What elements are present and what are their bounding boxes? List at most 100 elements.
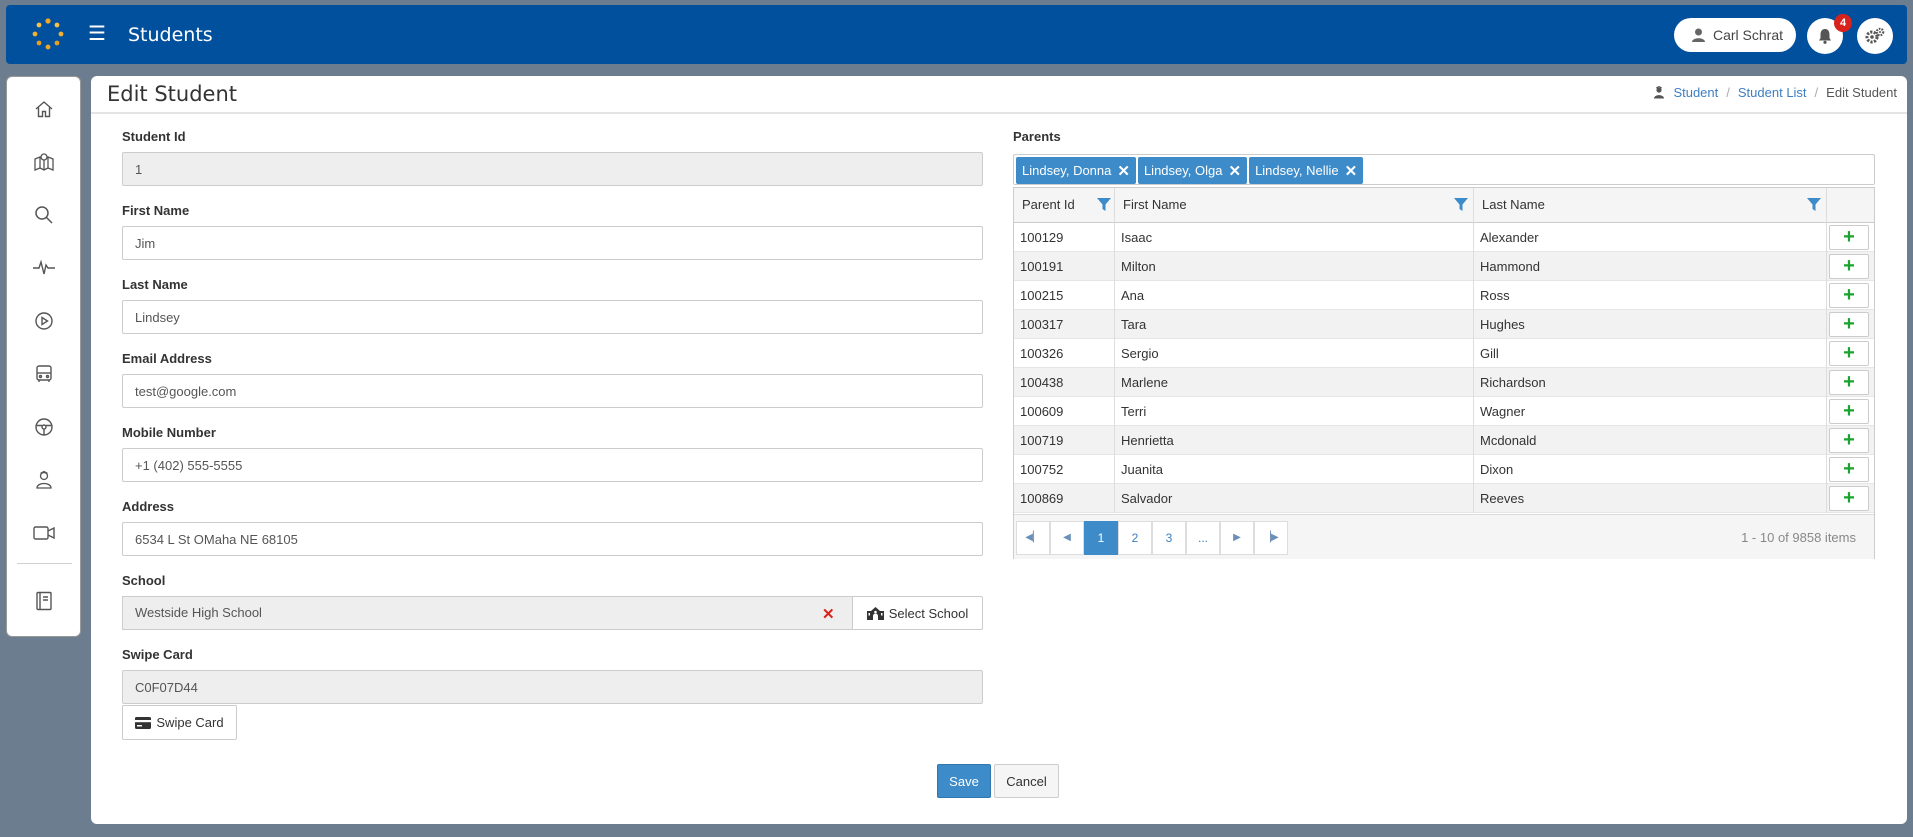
cell-last-name: Alexander	[1474, 223, 1827, 252]
cell-last-name: Gill	[1474, 339, 1827, 368]
pager: ◀︎▏ ◀ 1 2 3 ... ▶ ▕▶ 1 - 10 of 9858 item…	[1014, 514, 1874, 559]
parent-tag[interactable]: Lindsey, Nellie ✕	[1249, 157, 1364, 184]
cell-parent-id: 100326	[1014, 339, 1115, 368]
breadcrumb-student-link[interactable]: Student	[1673, 85, 1718, 100]
address-field[interactable]	[122, 522, 983, 556]
first-name-field[interactable]	[122, 226, 983, 260]
first-page-button[interactable]: ◀︎▏	[1016, 521, 1050, 555]
last-name-field[interactable]	[122, 300, 983, 334]
parents-label: Parents	[1013, 129, 1061, 144]
cell-last-name: Hughes	[1474, 310, 1827, 339]
add-parent-button[interactable]: +	[1829, 428, 1869, 453]
cell-parent-id: 100191	[1014, 252, 1115, 281]
clear-school-button[interactable]: ✕	[822, 605, 835, 623]
sidebar-item-drivers[interactable]	[7, 409, 80, 445]
prev-page-button[interactable]: ◀	[1050, 521, 1084, 555]
sidebar-item-video[interactable]	[7, 515, 80, 551]
user-icon	[1692, 28, 1705, 42]
table-row: 100326 Sergio Gill +	[1014, 339, 1874, 368]
swipe-card-button[interactable]: Swipe Card	[122, 705, 237, 740]
cancel-button[interactable]: Cancel	[994, 764, 1059, 798]
pager-info: 1 - 10 of 9858 items	[1741, 530, 1856, 545]
bus-icon	[35, 365, 52, 382]
add-parent-button[interactable]: +	[1829, 370, 1869, 395]
breadcrumb: Student / Student List / Edit Student	[1653, 85, 1897, 100]
filter-icon[interactable]	[1807, 198, 1821, 212]
cell-parent-id: 100129	[1014, 223, 1115, 252]
remove-tag-icon[interactable]: ✕	[1228, 162, 1241, 180]
parent-tag[interactable]: Lindsey, Olga ✕	[1137, 157, 1248, 184]
sidebar-item-students[interactable]	[7, 462, 80, 498]
user-name: Carl Schrat	[1713, 27, 1784, 43]
cell-first-name: Juanita	[1115, 455, 1474, 484]
sidebar-item-home[interactable]	[7, 91, 80, 127]
parent-tag-label: Lindsey, Olga	[1143, 163, 1223, 178]
filter-icon[interactable]	[1454, 198, 1468, 212]
add-parent-button[interactable]: +	[1829, 341, 1869, 366]
add-parent-button[interactable]: +	[1829, 283, 1869, 308]
add-parent-button[interactable]: +	[1829, 399, 1869, 424]
remove-tag-icon[interactable]: ✕	[1117, 162, 1130, 180]
app-title: Students	[128, 24, 213, 46]
sidebar-item-buses[interactable]	[7, 356, 80, 392]
sidebar-item-search[interactable]	[7, 197, 80, 233]
student-icon	[35, 470, 52, 489]
page-button[interactable]: 2	[1118, 521, 1152, 555]
select-school-label: Select School	[888, 605, 969, 621]
home-icon	[35, 101, 52, 118]
cell-parent-id: 100752	[1014, 455, 1115, 484]
page-ellipsis-button[interactable]: ...	[1186, 521, 1220, 555]
add-parent-button[interactable]: +	[1829, 312, 1869, 337]
table-row: 100752 Juanita Dixon +	[1014, 455, 1874, 484]
swipe-card-label: Swipe Card	[122, 647, 193, 662]
parent-tag[interactable]: Lindsey, Donna ✕	[1016, 157, 1136, 184]
sidebar-item-activity[interactable]	[7, 250, 80, 286]
table-row: 100215 Ana Ross +	[1014, 281, 1874, 310]
cell-last-name: Hammond	[1474, 252, 1827, 281]
cell-parent-id: 100869	[1014, 484, 1115, 513]
map-icon	[33, 153, 54, 171]
cell-first-name: Marlene	[1115, 368, 1474, 397]
top-header: ☰ Students Carl Schrat 4	[6, 5, 1907, 64]
column-header-first-name[interactable]: First Name	[1115, 188, 1474, 223]
add-parent-button[interactable]: +	[1829, 225, 1869, 250]
save-button[interactable]: Save	[937, 764, 991, 798]
next-page-button[interactable]: ▶	[1220, 521, 1254, 555]
cell-first-name: Tara	[1115, 310, 1474, 339]
cell-last-name: Richardson	[1474, 368, 1827, 397]
book-icon	[35, 591, 52, 611]
add-parent-button[interactable]: +	[1829, 457, 1869, 482]
column-header-label: Parent Id	[1022, 197, 1075, 212]
last-page-button[interactable]: ▕▶	[1254, 521, 1288, 555]
remove-tag-icon[interactable]: ✕	[1345, 162, 1358, 180]
select-school-button[interactable]: Select School	[852, 596, 983, 630]
page-button[interactable]: 1	[1084, 521, 1118, 555]
sidebar-item-reports[interactable]	[7, 583, 80, 619]
sidebar-item-map[interactable]	[7, 144, 80, 180]
grid-body: 100129 Isaac Alexander +100191 Milton Hammond…	[1014, 223, 1874, 513]
cell-parent-id: 100719	[1014, 426, 1115, 455]
parent-tag-label: Lindsey, Nellie	[1255, 163, 1339, 178]
breadcrumb-student-list-link[interactable]: Student List	[1738, 85, 1807, 100]
cell-last-name: Dixon	[1474, 455, 1827, 484]
table-row: 100719 Henrietta Mcdonald +	[1014, 426, 1874, 455]
logo-icon	[32, 18, 64, 50]
email-field[interactable]	[122, 374, 983, 408]
column-header-last-name[interactable]: Last Name	[1474, 188, 1827, 223]
settings-button[interactable]	[1857, 18, 1893, 54]
filter-icon[interactable]	[1097, 198, 1111, 212]
mobile-field[interactable]	[122, 448, 983, 482]
sidebar-item-playback[interactable]	[7, 303, 80, 339]
cell-first-name: Terri	[1115, 397, 1474, 426]
parents-grid: Parent Id First Name Last Name 100129 Isa…	[1013, 187, 1875, 559]
cell-parent-id: 100438	[1014, 368, 1115, 397]
swipe-card-button-label: Swipe Card	[156, 715, 224, 730]
user-menu-button[interactable]: Carl Schrat	[1674, 18, 1796, 52]
parents-multiselect[interactable]: Lindsey, Donna ✕ Lindsey, Olga ✕ Lindsey…	[1013, 154, 1875, 185]
add-parent-button[interactable]: +	[1829, 254, 1869, 279]
search-icon	[34, 206, 53, 224]
play-circle-icon	[34, 312, 53, 330]
add-parent-button[interactable]: +	[1829, 486, 1869, 511]
page-button[interactable]: 3	[1152, 521, 1186, 555]
hamburger-menu-icon[interactable]: ☰	[86, 23, 108, 45]
